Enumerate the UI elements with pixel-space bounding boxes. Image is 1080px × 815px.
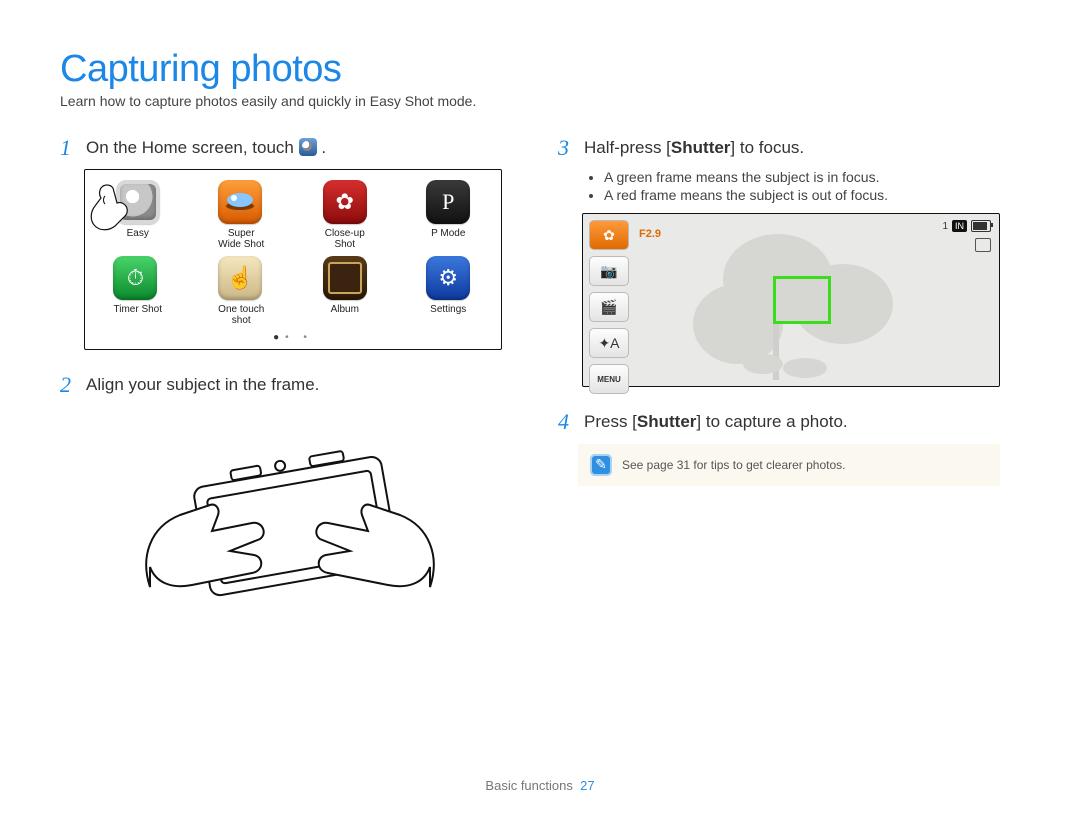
one-icon: ☝ <box>218 256 262 300</box>
step-3-bullets: A green frame means the subject is in fo… <box>588 169 1020 203</box>
shot-counter: 1 <box>942 221 948 232</box>
home-app-p[interactable]: P P Mode <box>426 180 470 250</box>
page-number: 27 <box>580 778 594 793</box>
page-footer: Basic functions 27 <box>0 778 1080 793</box>
home-app-super[interactable]: Super Wide Shot <box>218 180 264 250</box>
super-icon <box>218 180 262 224</box>
right-column: 3 Half-press [Shutter] to focus. A green… <box>558 127 1020 632</box>
home-app-one[interactable]: ☝ One touch shot <box>218 256 264 326</box>
left-column: 1 On the Home screen, touch . Easy Super … <box>60 127 522 632</box>
step-1: 1 On the Home screen, touch . <box>60 135 522 161</box>
step-3: 3 Half-press [Shutter] to focus. <box>558 135 1020 161</box>
step-text: On the Home screen, touch . <box>86 135 326 159</box>
step-number: 4 <box>558 409 574 435</box>
app-label: Album <box>323 304 367 326</box>
hands-holding-camera-illustration <box>130 417 522 632</box>
step-2: 2 Align your subject in the frame. <box>60 372 522 398</box>
step-4: 4 Press [Shutter] to capture a photo. <box>558 409 1020 435</box>
app-label: Settings <box>426 304 470 326</box>
easy-mode-icon <box>299 138 317 156</box>
status-bar: 1 IN <box>942 220 991 232</box>
auto-flash-icon[interactable]: ✦A <box>589 328 629 358</box>
tip-text: See page 31 for tips to get clearer phot… <box>622 458 845 472</box>
menu-button[interactable]: MENU <box>589 364 629 394</box>
section-name: Basic functions <box>485 778 572 793</box>
app-label: One touch shot <box>218 304 264 326</box>
app-label: Super Wide Shot <box>218 228 264 250</box>
home-app-easy[interactable]: Easy <box>116 180 160 250</box>
macro-icon[interactable]: ✿ <box>589 220 629 250</box>
f-number: F2.9 <box>639 228 661 240</box>
focus-frame <box>773 276 831 324</box>
easy-icon <box>116 180 160 224</box>
tip-note: ✎ See page 31 for tips to get clearer ph… <box>578 444 1000 486</box>
app-label: Close-up Shot <box>323 228 367 250</box>
page-title: Capturing photos <box>60 48 1020 91</box>
step-text: Align your subject in the frame. <box>86 372 319 396</box>
home-app-timer[interactable]: ⏱ Timer Shot <box>113 256 162 326</box>
page-indicator: ●• • <box>93 332 493 343</box>
battery-icon <box>971 220 991 232</box>
storage-chip: IN <box>952 220 967 232</box>
app-label: Timer Shot <box>113 304 162 326</box>
bullet: A green frame means the subject is in fo… <box>604 169 1020 185</box>
tip-icon: ✎ <box>590 454 612 476</box>
lcd-sidebar: ✿📷🎬✦AMENU <box>589 220 629 380</box>
close-up-icon: ✿ <box>323 180 367 224</box>
content-columns: 1 On the Home screen, touch . Easy Super … <box>60 127 1020 632</box>
playback-icon <box>975 238 991 252</box>
album-icon <box>323 256 367 300</box>
camera-lcd-preview: F2.9 1 IN ✿📷🎬✦AMENU <box>582 213 1000 387</box>
step-number: 1 <box>60 135 76 161</box>
video-mode-icon[interactable]: 🎬 <box>589 292 629 322</box>
home-app-album[interactable]: Album <box>323 256 367 326</box>
home-app-settings[interactable]: ⚙ Settings <box>426 256 470 326</box>
app-label: Easy <box>116 228 160 250</box>
home-screen-panel: Easy Super Wide Shot ✿ Close-up Shot P P Mode… <box>84 169 502 350</box>
home-app-close-up[interactable]: ✿ Close-up Shot <box>323 180 367 250</box>
step-text: Press [Shutter] to capture a photo. <box>584 409 848 433</box>
step-number: 3 <box>558 135 574 161</box>
step-text: Half-press [Shutter] to focus. <box>584 135 804 159</box>
bullet: A red frame means the subject is out of … <box>604 187 1020 203</box>
timer-icon: ⏱ <box>113 256 157 300</box>
photo-mode-icon[interactable]: 📷 <box>589 256 629 286</box>
p-icon: P <box>426 180 470 224</box>
app-label: P Mode <box>426 228 470 250</box>
intro-text: Learn how to capture photos easily and q… <box>60 93 1020 109</box>
settings-icon: ⚙ <box>426 256 470 300</box>
step-number: 2 <box>60 372 76 398</box>
